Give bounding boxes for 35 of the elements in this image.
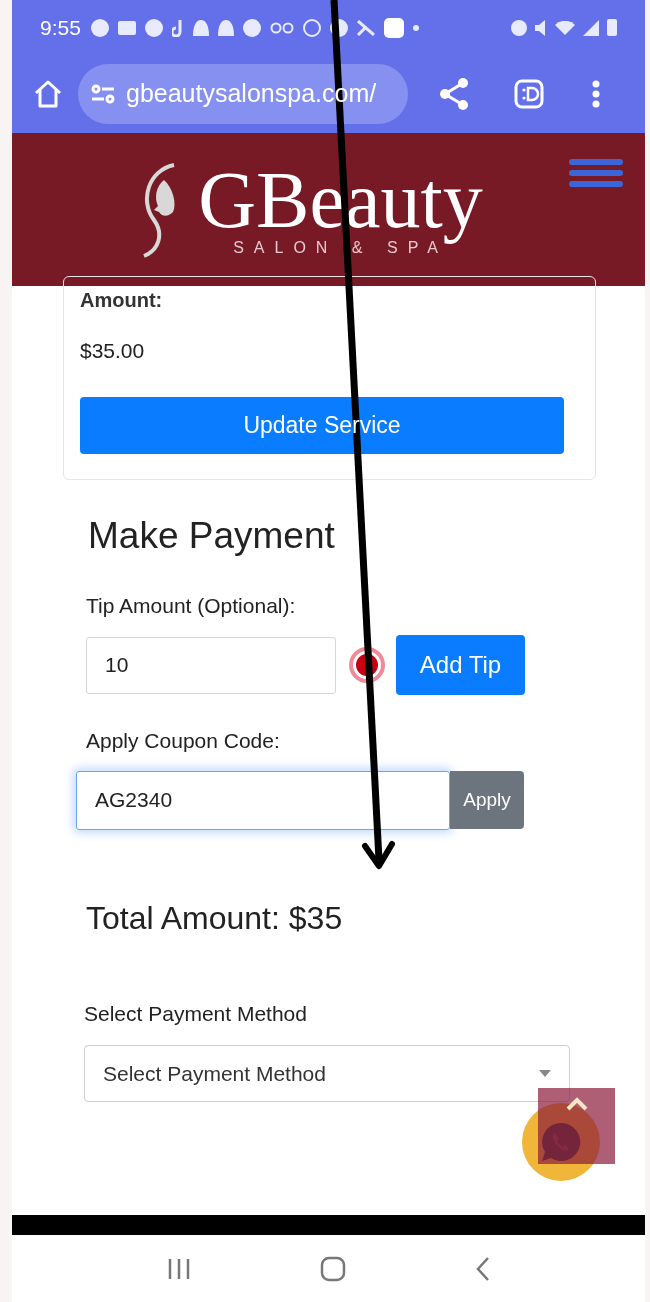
back-icon[interactable] bbox=[474, 1255, 491, 1282]
payment-method-label: Select Payment Method bbox=[84, 1000, 308, 1027]
voicemail-icon bbox=[269, 21, 294, 34]
extension-icon[interactable] bbox=[514, 79, 544, 109]
scroll-to-top-button[interactable] bbox=[538, 1088, 615, 1164]
mute-icon bbox=[535, 19, 547, 36]
tip-amount-label: Tip Amount (Optional): bbox=[86, 592, 297, 619]
target-icon bbox=[348, 646, 386, 684]
menu-icon[interactable] bbox=[569, 159, 623, 187]
amount-label: Amount: bbox=[80, 288, 164, 313]
missed-call-icon bbox=[356, 19, 375, 36]
signal-icon bbox=[583, 19, 599, 36]
wifi-icon bbox=[555, 20, 575, 35]
total-amount: Total Amount: $35 bbox=[86, 898, 344, 938]
dropdown-caret-icon bbox=[539, 1070, 551, 1077]
home-button-icon[interactable] bbox=[319, 1255, 346, 1282]
battery-icon bbox=[607, 19, 617, 36]
share-icon[interactable] bbox=[438, 77, 470, 111]
amount-value: $35.00 bbox=[80, 338, 146, 364]
tip-amount-field[interactable]: 10 bbox=[86, 636, 336, 694]
more-options-icon[interactable] bbox=[592, 80, 600, 108]
dot-icon bbox=[412, 24, 419, 31]
home-icon[interactable] bbox=[32, 79, 64, 109]
site-settings-icon[interactable] bbox=[90, 83, 116, 105]
status-time: 9:55 bbox=[40, 14, 81, 41]
make-payment-heading: Make Payment bbox=[88, 514, 336, 558]
ring-icon bbox=[302, 18, 321, 37]
add-tip-button[interactable]: Add Tip bbox=[396, 635, 525, 695]
music-note-icon bbox=[171, 18, 184, 37]
coupon-code-label: Apply Coupon Code: bbox=[86, 728, 281, 754]
coupon-code-field[interactable]: AG2340 bbox=[76, 770, 450, 830]
recent-apps-icon[interactable] bbox=[166, 1257, 191, 1280]
payment-method-select[interactable]: Select Payment Method bbox=[84, 1045, 570, 1102]
chevron-up-icon bbox=[564, 1096, 589, 1112]
apply-button[interactable]: Apply bbox=[450, 771, 524, 829]
